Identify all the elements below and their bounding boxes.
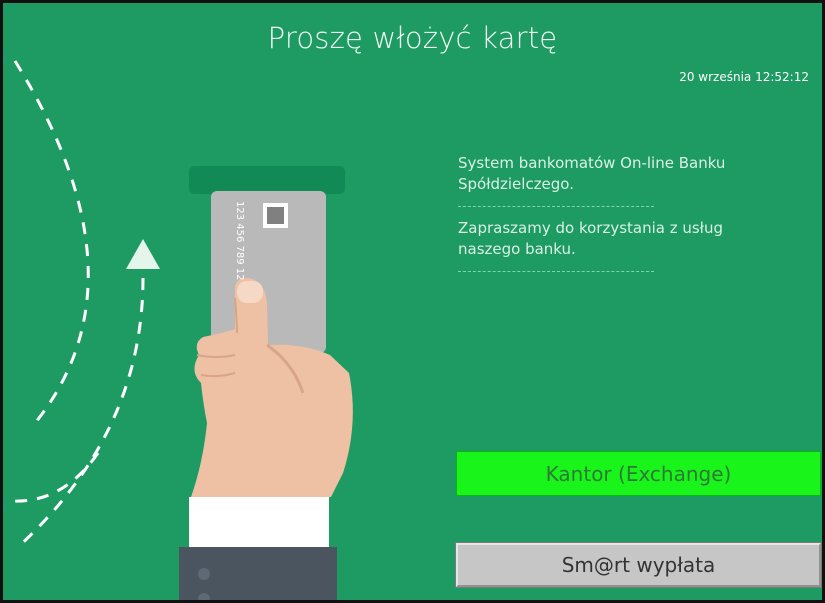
atm-screen: 123 456 789 12 Proszę włożyć kartę 20 wr…	[0, 0, 825, 603]
info-divider	[458, 271, 654, 272]
smart-withdrawal-button-label: Sm@rt wypłata	[561, 553, 716, 577]
insert-card-illustration	[12, 60, 353, 600]
info-text-welcome: Zapraszamy do korzystania z usług naszeg…	[458, 219, 723, 258]
info-divider	[458, 206, 654, 207]
exchange-button-label: Kantor (Exchange)	[545, 461, 732, 486]
dashed-arc-lower	[12, 452, 100, 503]
dashed-arc-inner	[15, 277, 145, 550]
shirt-cuff	[189, 497, 329, 547]
card-slot-icon	[189, 166, 345, 194]
sleeve-button	[198, 568, 210, 580]
exchange-button[interactable]: Kantor (Exchange)	[456, 451, 821, 496]
thumbnail	[237, 281, 263, 303]
info-text-system: System bankomatów On-line Banku Spółdzie…	[458, 154, 726, 193]
dashed-arc-outer	[13, 60, 90, 429]
card-number: 123 456 789 12	[234, 201, 245, 281]
page-title: Proszę włożyć kartę	[267, 21, 558, 55]
datetime-display: 20 września 12:52:12	[679, 70, 809, 84]
smart-withdrawal-button[interactable]: Sm@rt wypłata	[455, 542, 822, 588]
insert-arrow-icon	[126, 239, 160, 269]
